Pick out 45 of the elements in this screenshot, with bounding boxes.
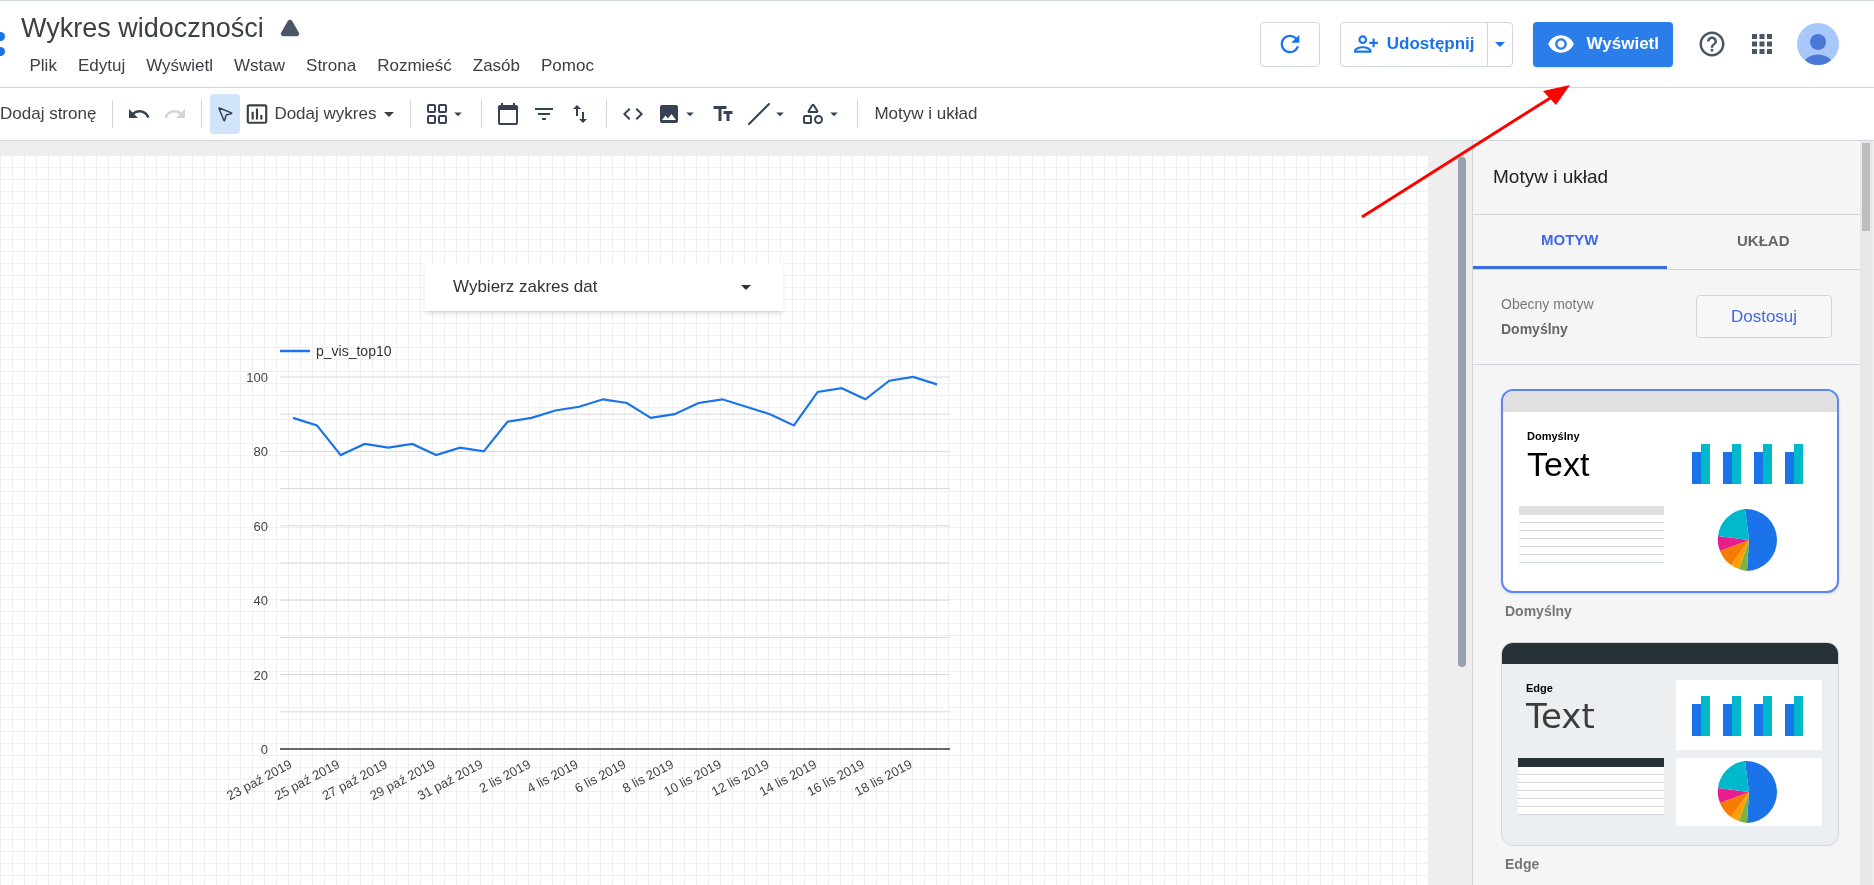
menu-item[interactable]: Strona [297, 50, 365, 80]
add-chart-button[interactable]: Dodaj wykres [240, 101, 403, 127]
legend-line-icon [280, 349, 310, 353]
y-axis-label: 20 [253, 667, 268, 683]
menu-item[interactable]: Plik [21, 50, 66, 80]
canvas-scrollbar[interactable] [1458, 157, 1466, 667]
panel-scrollbar[interactable] [1860, 141, 1872, 885]
theme-preview-heading: Domyślny [1527, 428, 1581, 444]
panel-tab[interactable]: UKŁAD [1666, 214, 1860, 269]
legend-label: p_vis_top10 [316, 343, 392, 359]
menu-item[interactable]: Zasób [464, 50, 529, 80]
menu-item[interactable]: Wyświetl [137, 50, 222, 80]
theme-preview-text: Text [1526, 696, 1596, 736]
view-button[interactable]: Wyświetl [1532, 21, 1673, 67]
cursor-icon[interactable] [210, 94, 241, 134]
theme-card[interactable]: Domyślny Text [1501, 388, 1839, 593]
y-axis-label: 0 [260, 742, 268, 757]
menu-item[interactable]: Pomoc [532, 50, 603, 80]
menu-item[interactable]: Rozmieść [368, 50, 461, 80]
current-theme-label: Obecny motyw [1501, 294, 1594, 314]
theme-preview-text: Text [1527, 444, 1591, 484]
customize-button[interactable]: Dostosuj [1696, 295, 1832, 338]
add-page-button[interactable]: Dodaj stronę [0, 101, 105, 127]
theme-card[interactable]: Edge Text [1501, 641, 1839, 846]
menu-item[interactable]: Wstaw [225, 50, 294, 80]
caret-icon [1494, 41, 1505, 47]
theme-name: Domyślny [1504, 601, 1573, 621]
y-axis-label: 40 [253, 593, 268, 609]
date-range-dropdown[interactable]: Wybierz zakres dat [425, 263, 783, 311]
help-icon[interactable] [1697, 29, 1727, 59]
caret-icon [384, 111, 395, 117]
report-title[interactable]: Wykres widoczności [21, 8, 264, 49]
theme-name: Edge [1504, 854, 1541, 874]
current-theme-name: Domyślny [1501, 319, 1569, 339]
caret-icon [741, 284, 751, 290]
y-axis-label: 60 [253, 518, 268, 534]
share-button[interactable]: Udostępnij [1340, 22, 1488, 66]
avatar[interactable] [1797, 23, 1839, 65]
y-axis-label: 100 [246, 370, 268, 385]
theme-preview-heading: Edge [1526, 680, 1554, 696]
theme-layout-button[interactable]: Motyw i układ [866, 101, 986, 127]
panel-tab[interactable]: MOTYW [1473, 214, 1667, 269]
y-axis-label: 80 [253, 444, 268, 460]
menu-item[interactable]: Edytuj [69, 50, 134, 80]
refresh-button[interactable] [1259, 21, 1320, 67]
